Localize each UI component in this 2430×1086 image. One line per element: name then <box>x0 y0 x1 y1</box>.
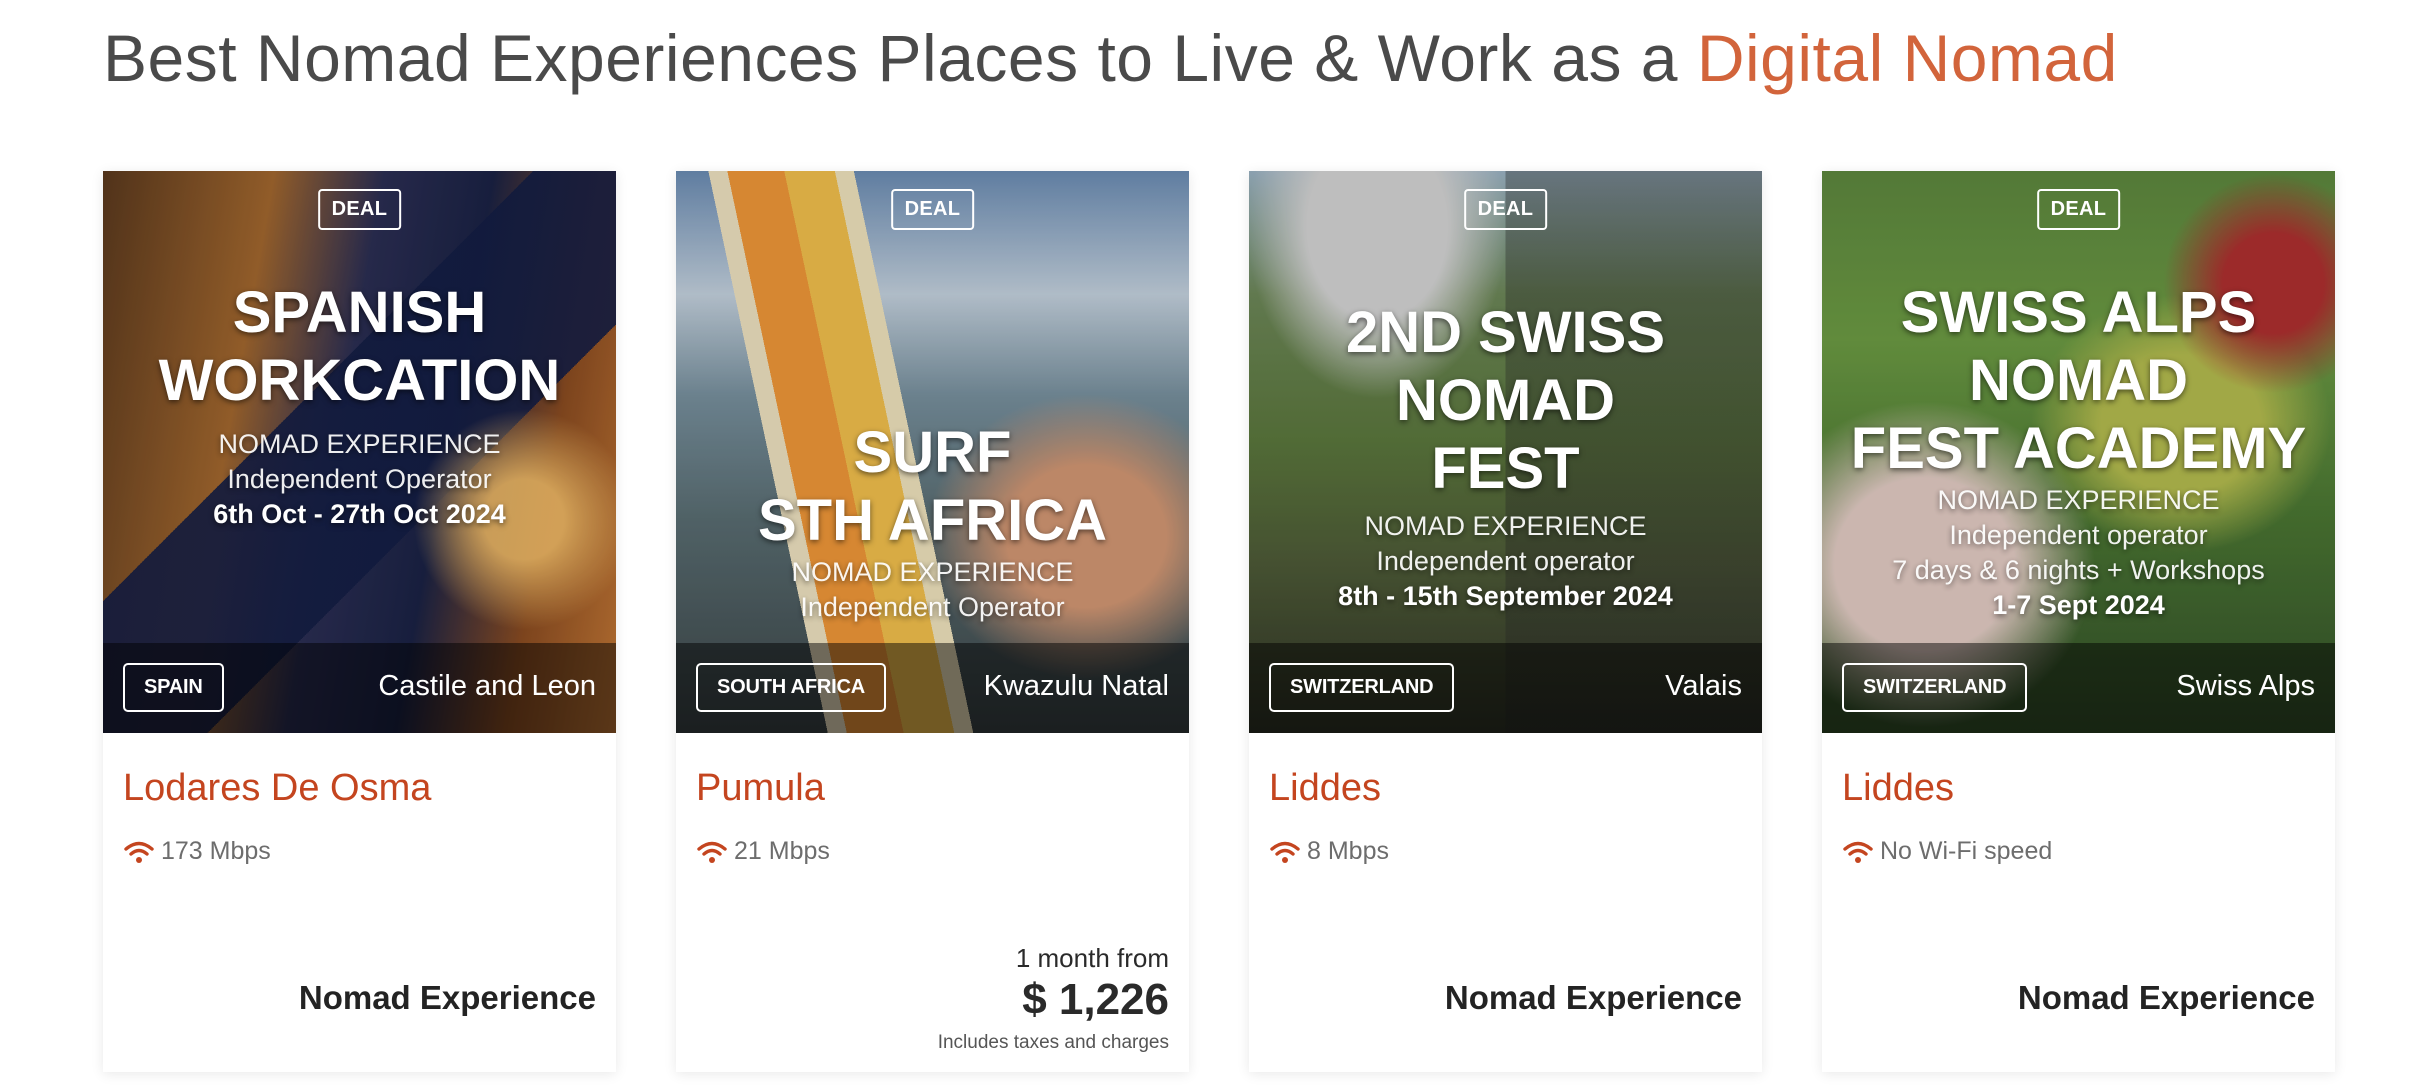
overlay-subtitle: NOMAD EXPERIENCE <box>791 557 1074 587</box>
overlay-title: NOMAD <box>1968 348 2189 413</box>
deal-badge: DEAL <box>317 189 402 230</box>
overlay-title: STH AFRICA <box>757 488 1108 553</box>
region-label: Castile and Leon <box>378 670 596 702</box>
overlay-subtitle: Independent Operator <box>800 592 1065 622</box>
deal-badge: DEAL <box>1463 189 1548 230</box>
page-title: Best Nomad Experiences Places to Live & … <box>103 20 2118 96</box>
region-label: Kwazulu Natal <box>983 670 1169 702</box>
wifi-icon <box>1843 841 1873 863</box>
wifi-speed: No Wi-Fi speed <box>1842 837 2052 866</box>
card-type-label: Nomad Experience <box>2017 979 2315 1016</box>
card-type-label: Nomad Experience <box>1444 979 1742 1016</box>
deal-badge: DEAL <box>890 189 975 230</box>
overlay-dates: 8th - 15th September 2024 <box>1338 581 1673 611</box>
overlay-subtitle: Independent operator <box>1376 546 1635 576</box>
wifi-speed-label: No Wi-Fi speed <box>1880 837 2053 865</box>
region-label: Swiss Alps <box>2176 670 2315 702</box>
country-tag[interactable]: SWITZERLAND <box>1269 663 1455 712</box>
overlay-title: NOMAD <box>1395 368 1616 433</box>
overlay-title: SPANISH <box>232 280 487 345</box>
overlay-subtitle: Independent operator <box>1949 520 2208 550</box>
overlay-subtitle: NOMAD EXPERIENCE <box>1364 511 1647 541</box>
card-image[interactable]: DEAL 2ND SWISS NOMAD FEST NOMAD EXPERIEN… <box>1249 171 1762 733</box>
image-overlay-text: SURF STH AFRICA NOMAD EXPERIENCE Indepen… <box>676 419 1189 625</box>
card-type-label: Nomad Experience <box>298 979 596 1016</box>
experience-card-list: DEAL SPANISH WORKCATION NOMAD EXPERIENCE… <box>103 171 2335 1072</box>
wifi-speed-label: 8 Mbps <box>1307 837 1389 865</box>
page-title-accent: Digital Nomad <box>1696 21 2118 95</box>
experience-card[interactable]: DEAL SPANISH WORKCATION NOMAD EXPERIENCE… <box>103 171 616 1072</box>
country-tag[interactable]: SPAIN <box>123 663 224 712</box>
overlay-subtitle: NOMAD EXPERIENCE <box>1937 485 2220 515</box>
country-tag[interactable]: SWITZERLAND <box>1842 663 2028 712</box>
price-from: 1 month from <box>1015 943 1169 973</box>
image-overlay-text: SWISS ALPS NOMAD FEST ACADEMY NOMAD EXPE… <box>1822 279 2335 623</box>
wifi-icon <box>124 841 154 863</box>
page-title-main: Best Nomad Experiences Places to Live & … <box>103 21 1697 95</box>
overlay-subtitle: NOMAD EXPERIENCE <box>218 429 501 459</box>
overlay-title: FEST <box>1431 436 1580 501</box>
overlay-dates: 6th Oct - 27th Oct 2024 <box>213 499 506 529</box>
overlay-title: SWISS ALPS <box>1900 280 2257 345</box>
experience-card[interactable]: DEAL SURF STH AFRICA NOMAD EXPERIENCE In… <box>676 171 1189 1072</box>
overlay-title: FEST ACADEMY <box>1850 416 2307 481</box>
wifi-speed-label: 21 Mbps <box>734 837 830 865</box>
wifi-icon <box>1270 841 1300 863</box>
card-image[interactable]: DEAL SPANISH WORKCATION NOMAD EXPERIENCE… <box>103 171 616 733</box>
price-note: Includes taxes and charges <box>937 1032 1169 1053</box>
wifi-speed: 173 Mbps <box>123 837 271 866</box>
overlay-title: WORKCATION <box>158 348 561 413</box>
deal-badge: DEAL <box>2036 189 2121 230</box>
region-label: Valais <box>1665 670 1742 702</box>
card-city-link[interactable]: Lodares De Osma <box>123 767 431 810</box>
image-overlay-text: SPANISH WORKCATION NOMAD EXPERIENCE Inde… <box>103 279 616 532</box>
country-tag[interactable]: SOUTH AFRICA <box>696 663 886 712</box>
overlay-title: 2ND SWISS <box>1345 300 1666 365</box>
card-image[interactable]: DEAL SURF STH AFRICA NOMAD EXPERIENCE In… <box>676 171 1189 733</box>
wifi-speed: 21 Mbps <box>696 837 830 866</box>
overlay-subtitle: Independent Operator <box>227 464 492 494</box>
price-amount: $ 1,226 <box>1022 975 1169 1024</box>
card-city-link[interactable]: Pumula <box>696 767 825 810</box>
card-city-link[interactable]: Liddes <box>1842 767 1954 810</box>
wifi-speed-label: 173 Mbps <box>161 837 271 865</box>
image-overlay-text: 2ND SWISS NOMAD FEST NOMAD EXPERIENCE In… <box>1249 299 1762 614</box>
card-image[interactable]: DEAL SWISS ALPS NOMAD FEST ACADEMY NOMAD… <box>1822 171 2335 733</box>
price-block: 1 month from $ 1,226 Includes taxes and … <box>938 943 1169 1054</box>
card-city-link[interactable]: Liddes <box>1269 767 1381 810</box>
overlay-title: SURF <box>853 420 1012 485</box>
wifi-speed: 8 Mbps <box>1269 837 1389 866</box>
overlay-dates: 1-7 Sept 2024 <box>1992 590 2165 620</box>
experience-card[interactable]: DEAL 2ND SWISS NOMAD FEST NOMAD EXPERIEN… <box>1249 171 1762 1072</box>
overlay-subtitle: 7 days & 6 nights + Workshops <box>1892 555 2265 585</box>
wifi-icon <box>697 841 727 863</box>
experience-card[interactable]: DEAL SWISS ALPS NOMAD FEST ACADEMY NOMAD… <box>1822 171 2335 1072</box>
